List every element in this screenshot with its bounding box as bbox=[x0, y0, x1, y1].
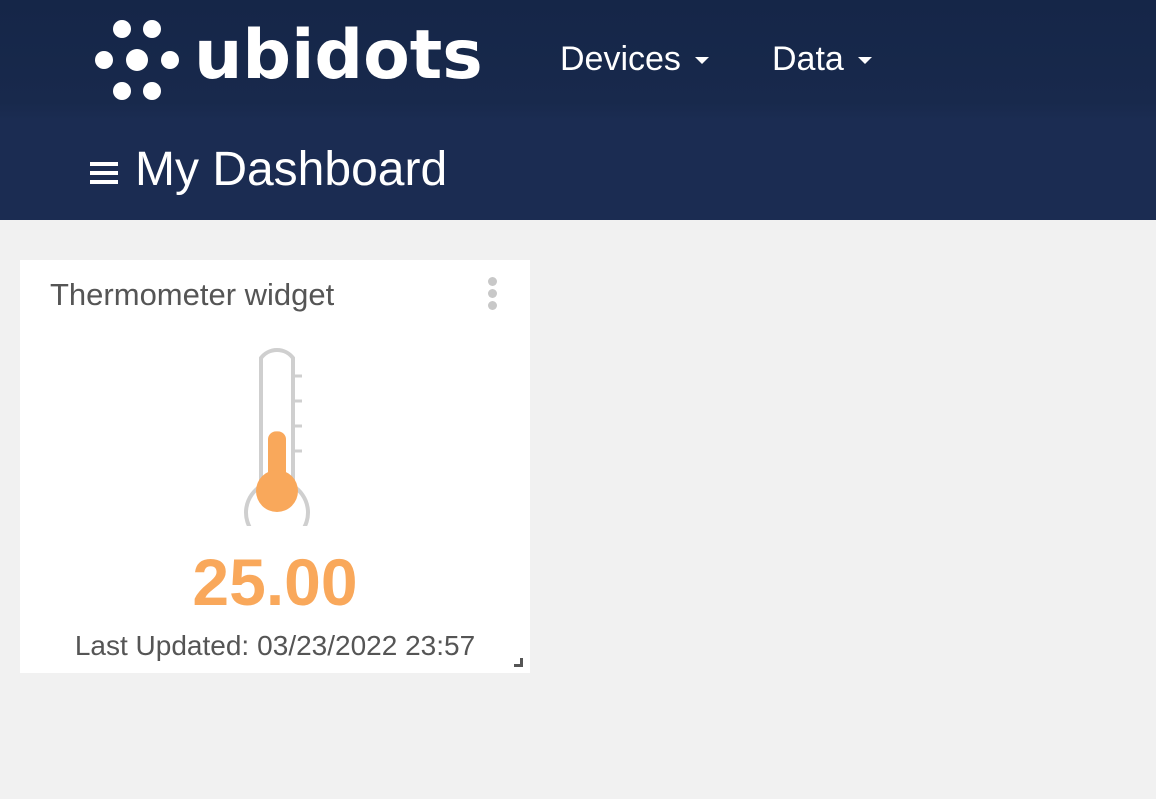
chevron-down-icon bbox=[694, 56, 709, 64]
hamburger-menu-icon[interactable] bbox=[90, 162, 118, 186]
last-updated-value: 03/23/2022 23:57 bbox=[257, 630, 476, 661]
nav-devices-dropdown[interactable]: Devices bbox=[560, 34, 709, 84]
kebab-menu-icon[interactable] bbox=[486, 277, 498, 311]
thermometer-widget[interactable]: Thermometer widget 25.00 Last Updated: 03… bbox=[20, 260, 530, 673]
ubidots-dots-logo-icon bbox=[95, 20, 179, 100]
thermometer-bulb bbox=[256, 470, 298, 512]
widget-value: 25.00 bbox=[192, 545, 358, 619]
nav-data-dropdown[interactable]: Data bbox=[772, 34, 872, 84]
widget-title: Thermometer widget bbox=[50, 277, 335, 312]
nav-data-label: Data bbox=[772, 39, 844, 78]
top-navbar: ubidots Devices Data bbox=[0, 0, 1156, 120]
thermometer-icon bbox=[244, 348, 310, 526]
nav-devices-label: Devices bbox=[560, 39, 681, 78]
brand-name: ubidots bbox=[194, 16, 483, 95]
brand-logo[interactable]: ubidots bbox=[92, 14, 483, 106]
last-updated-label: Last Updated: bbox=[74, 630, 250, 661]
resize-handle-icon[interactable] bbox=[512, 656, 524, 668]
last-updated: Last Updated: 03/23/2022 23:57 bbox=[20, 626, 530, 666]
page-title: My Dashboard bbox=[135, 143, 448, 196]
chevron-down-icon bbox=[857, 56, 872, 64]
